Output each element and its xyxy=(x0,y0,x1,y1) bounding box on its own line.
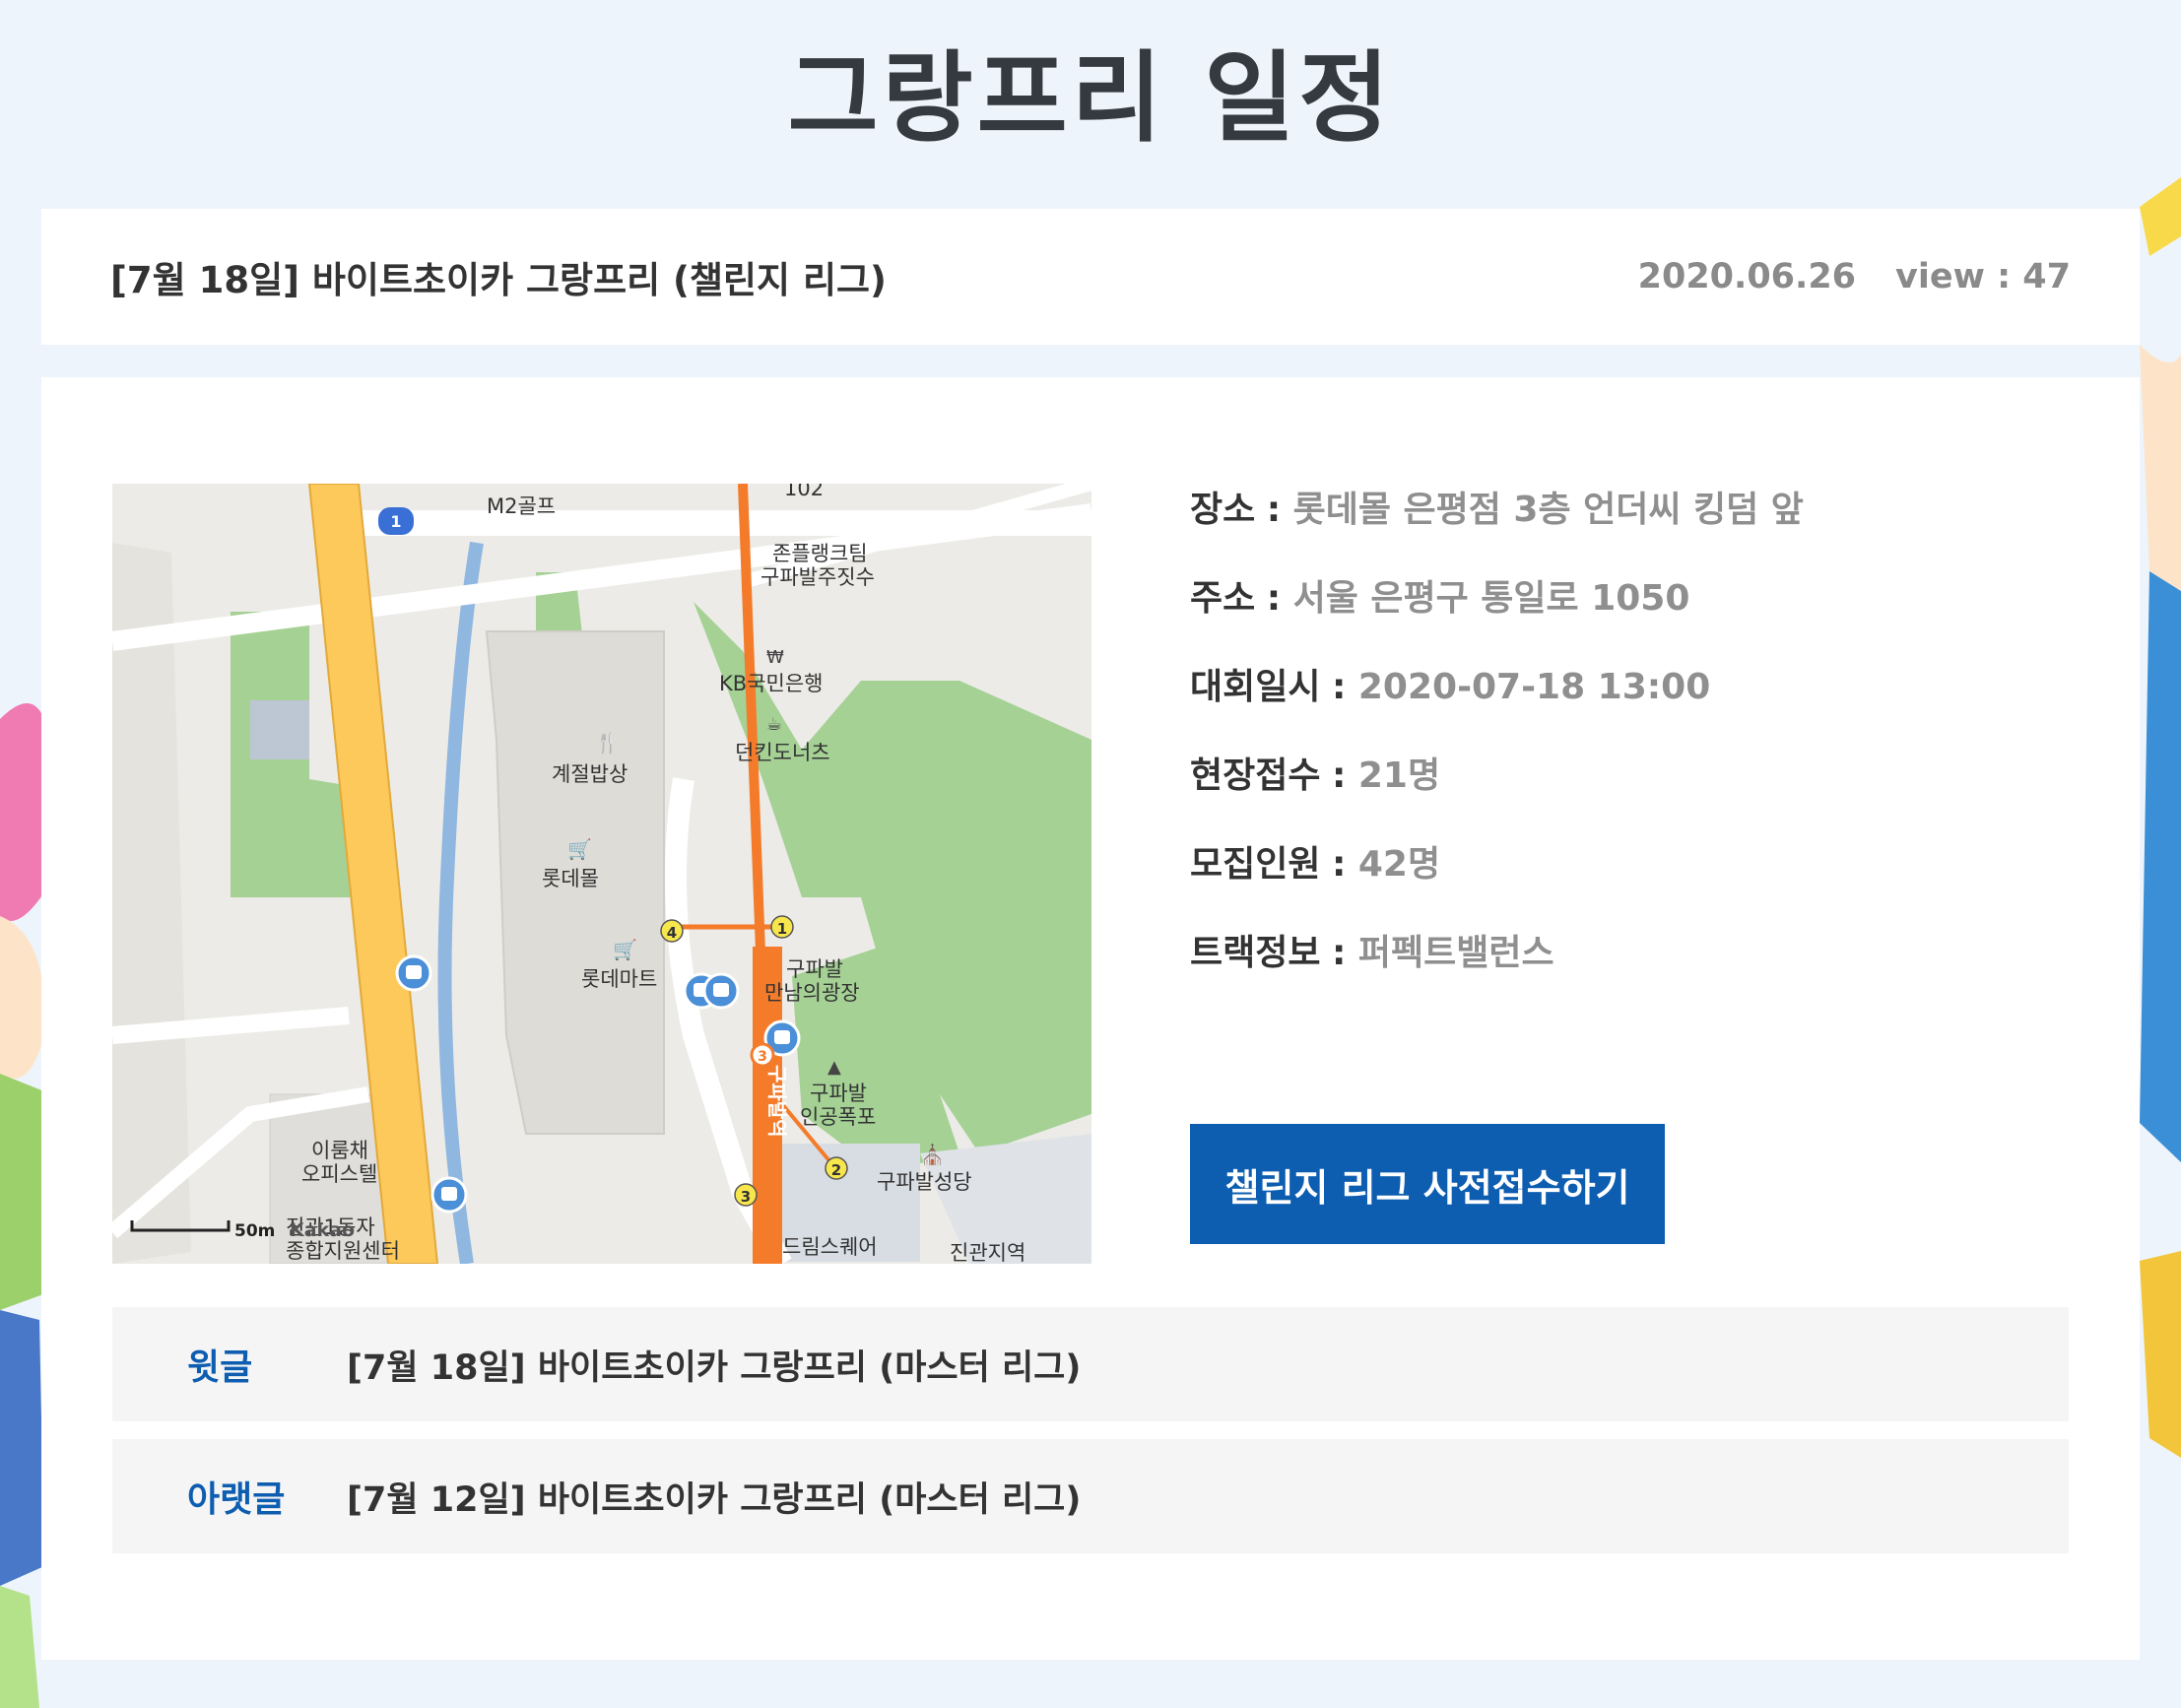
cart-icon: 🛒 xyxy=(613,938,637,961)
info-value: 롯데몰 은평점 3층 언더씨 킹덤 앞 xyxy=(1292,490,1804,530)
post-body: 1 2 3 4 1 3 🍴 🛒 🛒 ₩ ☕ ▲ ⛪ M2골프 102 존플랭크팀… xyxy=(41,377,2140,1660)
exit-marker-3[interactable]: 3 xyxy=(734,1183,758,1207)
info-value: 21명 xyxy=(1357,755,1441,796)
post-date: 2020.06.26 xyxy=(1637,257,1857,296)
info-row-capacity: 모집인원 : 42명 xyxy=(1190,840,2077,929)
info-row-track: 트랙정보 : 퍼펙트밸런스 xyxy=(1190,929,2077,1018)
info-value: 42명 xyxy=(1357,844,1441,885)
apply-button[interactable]: 챌린지 리그 사전접수하기 xyxy=(1190,1124,1665,1244)
location-map[interactable]: 1 2 3 4 1 3 🍴 🛒 🛒 ₩ ☕ ▲ ⛪ M2골프 102 존플랭크팀… xyxy=(112,484,1091,1264)
info-label: 트랙정보 xyxy=(1190,933,1321,973)
svg-text:3: 3 xyxy=(741,1188,751,1206)
info-value: 2020-07-18 13:00 xyxy=(1357,667,1711,707)
bus-stop-icon[interactable] xyxy=(430,1176,468,1214)
info-label: 모집인원 xyxy=(1190,844,1321,885)
map-label: 구파발주짓수 xyxy=(760,565,875,589)
map-label: 롯데몰 xyxy=(542,867,599,890)
exit-marker-4[interactable]: 4 xyxy=(660,919,684,943)
map-label: KB국민은행 xyxy=(719,672,823,695)
map-label: 계절밥상 xyxy=(552,762,628,786)
post-views: view : 47 xyxy=(1895,257,2071,296)
prev-post-label: 윗글 xyxy=(187,1347,253,1388)
map-label: 102 xyxy=(784,484,824,500)
map-label: 존플랭크팀 xyxy=(772,542,868,565)
map-label: 롯데마트 xyxy=(581,967,657,991)
map-label: 구파발성당 xyxy=(877,1170,972,1194)
station-label: 구파발역 xyxy=(765,1065,789,1138)
cafe-icon: ☕ xyxy=(766,714,782,735)
info-label: 대회일시 xyxy=(1190,667,1321,707)
info-separator: : xyxy=(1266,578,1293,619)
info-separator: : xyxy=(1331,844,1358,885)
exit-marker-2[interactable]: 2 xyxy=(825,1156,848,1180)
next-post-label: 아랫글 xyxy=(187,1479,286,1520)
svg-text:1: 1 xyxy=(390,512,401,531)
exit-marker-1[interactable]: 1 xyxy=(770,915,794,939)
next-post-title[interactable]: [7월 12일] 바이트초이카 그랑프리 (마스터 리그) xyxy=(347,1472,1081,1522)
bank-icon: ₩ xyxy=(766,647,784,668)
svg-text:4: 4 xyxy=(667,924,677,942)
post-header: [7월 18일] 바이트초이카 그랑프리 (챌린지 리그) 2020.06.26… xyxy=(41,209,2140,345)
map-label: 진관지역 xyxy=(950,1241,1025,1264)
info-row-venue: 장소 : 롯데몰 은평점 3층 언더씨 킹덤 앞 xyxy=(1190,486,2077,574)
info-label: 주소 xyxy=(1190,578,1256,619)
church-icon: ⛪ xyxy=(920,1143,945,1166)
info-separator: : xyxy=(1266,490,1293,530)
character-right-illustration xyxy=(2140,177,2181,1458)
kakao-logo: Kakao xyxy=(290,1219,355,1241)
info-row-datetime: 대회일시 : 2020-07-18 13:00 xyxy=(1190,663,2077,752)
info-separator: : xyxy=(1331,667,1358,707)
svg-text:1: 1 xyxy=(777,920,787,938)
svg-text:50m: 50m xyxy=(234,1221,275,1241)
svg-text:3: 3 xyxy=(758,1049,767,1065)
subway-line-badge: 3 xyxy=(750,1042,775,1068)
map-label: 인공폭포 xyxy=(800,1105,876,1129)
post-meta: 2020.06.26 view : 47 xyxy=(1638,257,2071,296)
bus-stop-icon[interactable] xyxy=(702,972,740,1010)
info-row-onsite: 현장접수 : 21명 xyxy=(1190,752,2077,840)
info-value: 퍼펙트밸런스 xyxy=(1357,933,1554,973)
info-value: 서울 은평구 통일로 1050 xyxy=(1292,578,1690,619)
info-separator: : xyxy=(1331,755,1358,796)
map-label: 드림스퀘어 xyxy=(782,1235,878,1259)
map-label: 이룸채 xyxy=(311,1139,368,1162)
info-label: 현장접수 xyxy=(1190,755,1321,796)
map-canvas[interactable]: 1 2 3 4 1 3 🍴 🛒 🛒 ₩ ☕ ▲ ⛪ M2골프 102 존플랭크팀… xyxy=(112,484,1091,1264)
map-label: 던킨도너츠 xyxy=(735,741,830,764)
map-label: 종합지원센터 xyxy=(286,1239,400,1263)
map-label: 구파발 xyxy=(810,1082,867,1105)
page-title: 그랑프리 일정 xyxy=(787,40,1394,156)
prev-post-title[interactable]: [7월 18일] 바이트초이카 그랑프리 (마스터 리그) xyxy=(347,1340,1081,1390)
info-separator: : xyxy=(1331,933,1358,973)
map-label: M2골프 xyxy=(487,494,556,518)
prev-post-link[interactable]: 윗글 [7월 18일] 바이트초이카 그랑프리 (마스터 리그) xyxy=(112,1307,2069,1421)
svg-text:2: 2 xyxy=(831,1161,841,1179)
cart-icon: 🛒 xyxy=(567,837,592,861)
map-label: 오피스텔 xyxy=(301,1162,377,1186)
restaurant-icon: 🍴 xyxy=(595,731,620,755)
info-row-address: 주소 : 서울 은평구 통일로 1050 xyxy=(1190,574,2077,663)
map-label: 만남의광장 xyxy=(764,981,860,1005)
next-post-link[interactable]: 아랫글 [7월 12일] 바이트초이카 그랑프리 (마스터 리그) xyxy=(112,1439,2069,1553)
route-badge: 1 xyxy=(378,507,414,535)
post-title: [7월 18일] 바이트초이카 그랑프리 (챌린지 리그) xyxy=(110,259,887,301)
mountain-icon: ▲ xyxy=(827,1057,841,1078)
info-list: 장소 : 롯데몰 은평점 3층 언더씨 킹덤 앞 주소 : 서울 은평구 통일로… xyxy=(1190,486,2077,1018)
info-label: 장소 xyxy=(1190,490,1256,530)
map-label: 구파발 xyxy=(786,957,843,981)
bus-stop-icon[interactable] xyxy=(395,954,432,992)
